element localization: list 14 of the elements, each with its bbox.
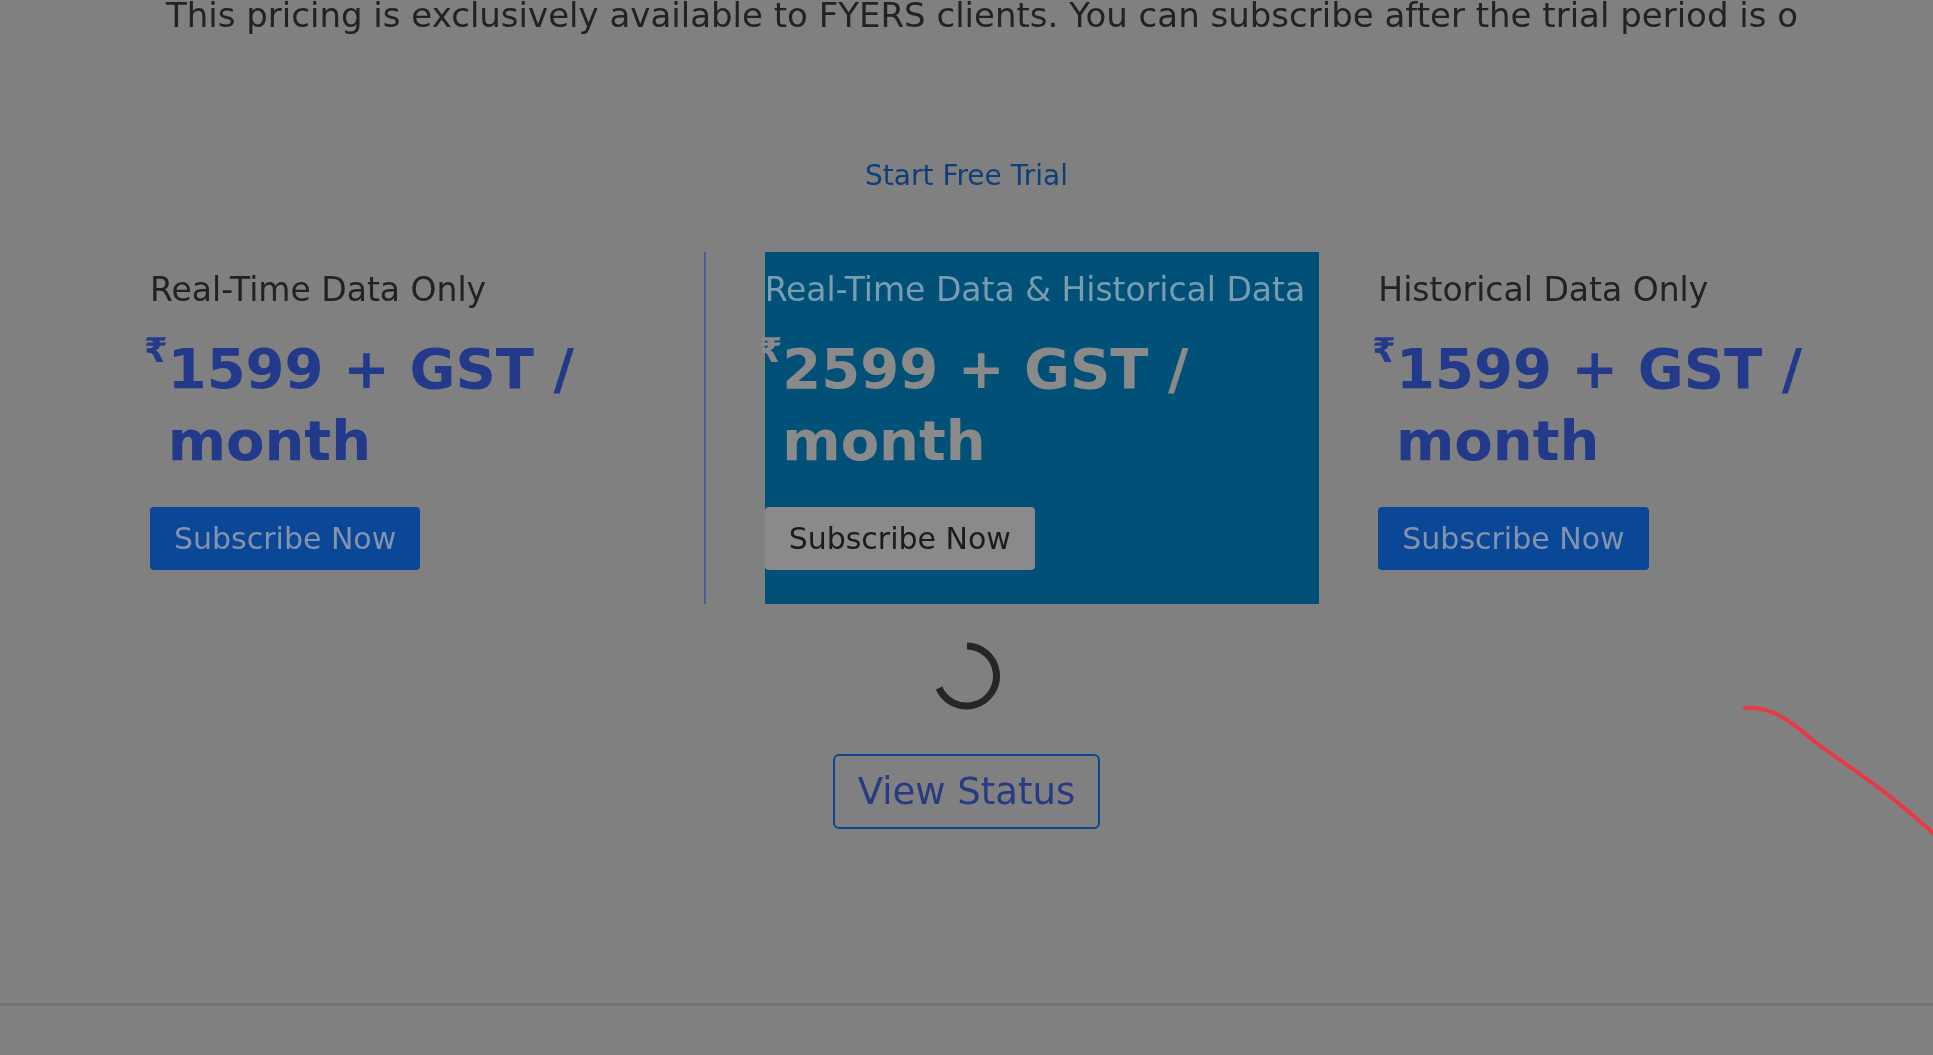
plan-title: Real-Time Data Only: [150, 270, 487, 309]
plan-title: Historical Data Only: [1378, 270, 1709, 309]
free-trial-link[interactable]: Start Free Trial: [865, 159, 1068, 192]
plan-price: 1599 + GST / month: [1396, 335, 1804, 475]
plan-price: 1599 + GST / month: [167, 335, 575, 475]
plan-price: 2599 + GST / month: [782, 335, 1190, 475]
subscribe-button[interactable]: Subscribe Now: [150, 507, 421, 570]
view-status-button[interactable]: View Status: [832, 754, 1101, 829]
subscribe-button[interactable]: Subscribe Now: [764, 507, 1035, 570]
currency-symbol: ₹: [144, 333, 168, 367]
plan-title: Real-Time Data & Historical Data: [764, 270, 1306, 309]
currency-symbol: ₹: [1372, 333, 1396, 367]
intro-text: This pricing is exclusively available to FYERS clients. You can subscribe after the trial period is o: [166, 0, 1799, 36]
subscribe-button[interactable]: Subscribe Now: [1378, 507, 1649, 570]
